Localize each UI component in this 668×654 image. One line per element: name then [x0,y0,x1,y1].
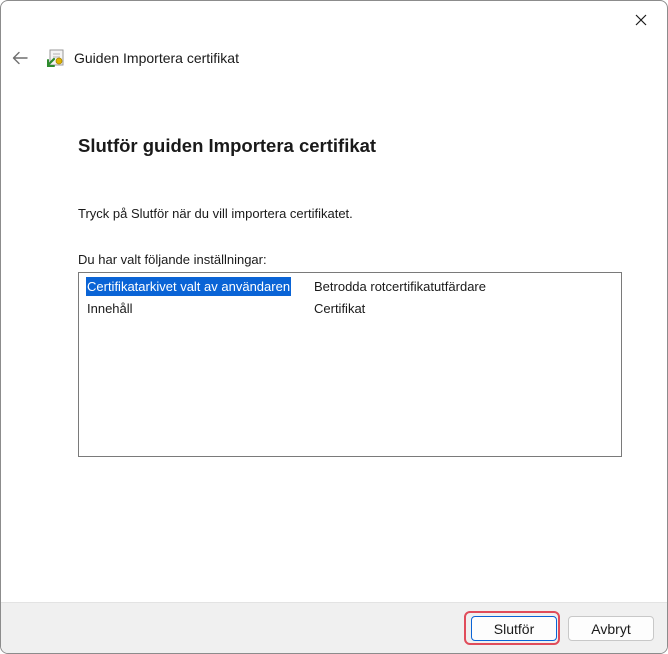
setting-key: Certifikatarkivet valt av användaren [86,277,292,296]
back-button[interactable] [7,45,33,71]
certificate-wizard-icon [46,49,64,67]
list-item[interactable]: Innehåll Certifikat [86,299,606,318]
back-arrow-icon [12,51,28,65]
page-heading: Slutför guiden Importera certifikat [78,135,377,156]
setting-value: Certifikat [314,301,366,316]
close-icon [635,14,647,26]
settings-label: Du har valt följande inställningar: [78,252,267,267]
finish-button[interactable]: Slutför [471,616,557,641]
wizard-header: Guiden Importera certifikat [1,43,667,75]
footer-bar: Slutför Avbryt [1,602,667,653]
setting-key: Innehåll [87,301,133,316]
list-item[interactable]: Certifikatarkivet valt av användaren Bet… [86,277,606,296]
instruction-text: Tryck på Slutför när du vill importera c… [78,206,353,221]
wizard-title: Guiden Importera certifikat [74,50,239,66]
settings-list[interactable]: Certifikatarkivet valt av användaren Bet… [78,272,622,457]
setting-value: Betrodda rotcertifikatutfärdare [314,279,486,294]
cancel-button[interactable]: Avbryt [568,616,654,641]
close-button[interactable] [621,5,661,35]
wizard-window: Guiden Importera certifikat Slutför guid… [0,0,668,654]
